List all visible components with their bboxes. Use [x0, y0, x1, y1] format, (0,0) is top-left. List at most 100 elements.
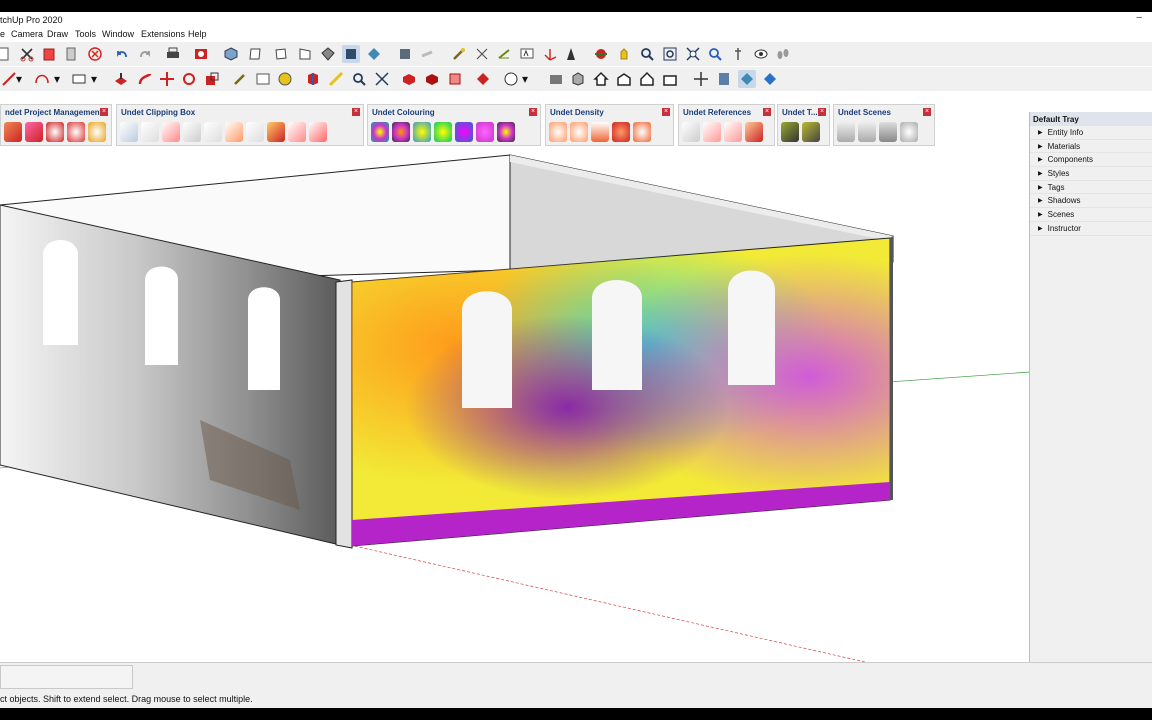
position-camera-icon[interactable] [729, 45, 747, 63]
density-high-icon[interactable] [612, 122, 630, 142]
iso-view-icon[interactable] [222, 45, 240, 63]
menu-tools[interactable]: Tools [75, 29, 96, 39]
house-side-icon[interactable] [661, 70, 679, 88]
move-icon[interactable] [158, 70, 176, 88]
top-view-icon[interactable] [246, 45, 264, 63]
text-icon[interactable] [518, 45, 536, 63]
back-view-icon[interactable] [319, 45, 337, 63]
tool-pick-icon[interactable] [802, 122, 820, 142]
clip-section-icon[interactable] [225, 122, 243, 142]
zoom-extents-icon[interactable] [684, 45, 702, 63]
project-add-icon[interactable] [46, 122, 64, 142]
clip-slice-icon[interactable] [246, 122, 264, 142]
density-max-icon[interactable] [633, 122, 651, 142]
menu-window[interactable]: Window [102, 29, 134, 39]
protractor-icon[interactable] [495, 45, 513, 63]
close-icon[interactable]: × [662, 108, 670, 116]
colour-rgb-icon[interactable] [371, 122, 389, 142]
undo-icon[interactable] [113, 45, 131, 63]
paint-bucket-icon[interactable] [276, 70, 294, 88]
move-cross-icon[interactable] [692, 70, 710, 88]
style-builder-icon[interactable] [738, 70, 756, 88]
home-icon[interactable] [592, 70, 610, 88]
clip-box-icon[interactable] [120, 122, 138, 142]
orbit-icon[interactable] [592, 45, 610, 63]
building-icon[interactable] [615, 70, 633, 88]
rotate-icon[interactable] [180, 70, 198, 88]
follow-me-icon[interactable] [136, 70, 154, 88]
outer-shell-icon[interactable] [423, 70, 441, 88]
model-info-icon[interactable] [192, 45, 210, 63]
dimension-text-icon[interactable] [254, 70, 272, 88]
model-viewport[interactable] [0, 147, 1030, 662]
warehouse-icon[interactable] [418, 45, 436, 63]
tape-icon[interactable] [231, 70, 249, 88]
colour-class-icon[interactable] [434, 122, 452, 142]
menu-extensions[interactable]: Extensions [141, 29, 185, 39]
clip-reset-icon[interactable] [309, 122, 327, 142]
close-icon[interactable]: × [923, 108, 931, 116]
clipboard-icon[interactable] [62, 45, 80, 63]
tray-item-materials[interactable]: ▶ Materials [1030, 140, 1152, 154]
print-icon[interactable] [164, 45, 182, 63]
reference-snap-icon[interactable] [745, 122, 763, 142]
tray-item-tags[interactable]: ▶ Tags [1030, 181, 1152, 195]
zoom-icon[interactable] [638, 45, 656, 63]
cut-icon[interactable] [18, 45, 36, 63]
tray-item-scenes[interactable]: ▶ Scenes [1030, 208, 1152, 222]
scale-icon[interactable] [203, 70, 221, 88]
warehouse-upload-icon[interactable] [474, 70, 492, 88]
paste-icon[interactable] [40, 45, 58, 63]
freehand-icon[interactable] [327, 70, 345, 88]
zoom-window-icon[interactable] [661, 45, 679, 63]
3d-text-icon[interactable] [562, 45, 580, 63]
clip-box-edit-icon[interactable] [141, 122, 159, 142]
clip-plane-2-icon[interactable] [204, 122, 222, 142]
new-file-icon[interactable] [0, 45, 12, 63]
menu-draw[interactable]: Draw [47, 29, 68, 39]
tool-measure-icon[interactable] [781, 122, 799, 142]
axes-icon[interactable] [541, 45, 559, 63]
scene-clapper-icon[interactable] [879, 122, 897, 142]
extension-manager-icon[interactable] [502, 70, 520, 88]
house-icon[interactable] [638, 70, 656, 88]
tray-item-entity-info[interactable]: ▶ Entity Info [1030, 126, 1152, 140]
zoom-small-icon[interactable] [350, 70, 368, 88]
clip-box-red-icon[interactable] [162, 122, 180, 142]
close-icon[interactable]: × [529, 108, 537, 116]
walk-icon[interactable] [774, 45, 792, 63]
project-load-icon[interactable] [25, 122, 43, 142]
density-brush-icon[interactable] [570, 122, 588, 142]
menu-camera[interactable]: Camera [11, 29, 43, 39]
reference-plane-icon[interactable] [724, 122, 742, 142]
colour-elevation-icon[interactable] [413, 122, 431, 142]
tape-measure-icon[interactable] [450, 45, 468, 63]
erase-icon[interactable] [86, 45, 104, 63]
reference-line-icon[interactable] [703, 122, 721, 142]
scene-update-icon[interactable] [858, 122, 876, 142]
chevron-down-icon[interactable]: ▾ [52, 70, 62, 88]
layout-icon[interactable] [715, 70, 733, 88]
arc-icon[interactable] [33, 70, 51, 88]
close-icon[interactable]: × [818, 108, 826, 116]
redo-icon[interactable] [136, 45, 154, 63]
dimension-icon[interactable] [473, 45, 491, 63]
right-view-icon[interactable] [296, 45, 314, 63]
colour-deviation-icon[interactable] [476, 122, 494, 142]
section-plane-icon[interactable] [304, 70, 322, 88]
colour-intensity-icon[interactable] [392, 122, 410, 142]
reference-point-icon[interactable] [682, 122, 700, 142]
tray-item-styles[interactable]: ▶ Styles [1030, 167, 1152, 181]
clip-color-icon[interactable] [267, 122, 285, 142]
front-view-icon[interactable] [272, 45, 290, 63]
minimize-button[interactable]: – [1136, 12, 1142, 23]
scene-add-icon[interactable] [837, 122, 855, 142]
menu-file[interactable]: e [0, 29, 5, 39]
scene-play-icon[interactable] [900, 122, 918, 142]
pan-icon[interactable] [615, 45, 633, 63]
density-cloud-icon[interactable] [549, 122, 567, 142]
components-icon[interactable] [396, 45, 414, 63]
chevron-down-icon[interactable]: ▾ [14, 70, 24, 88]
trim-icon[interactable] [446, 70, 464, 88]
colour-custom-icon[interactable] [497, 122, 515, 142]
